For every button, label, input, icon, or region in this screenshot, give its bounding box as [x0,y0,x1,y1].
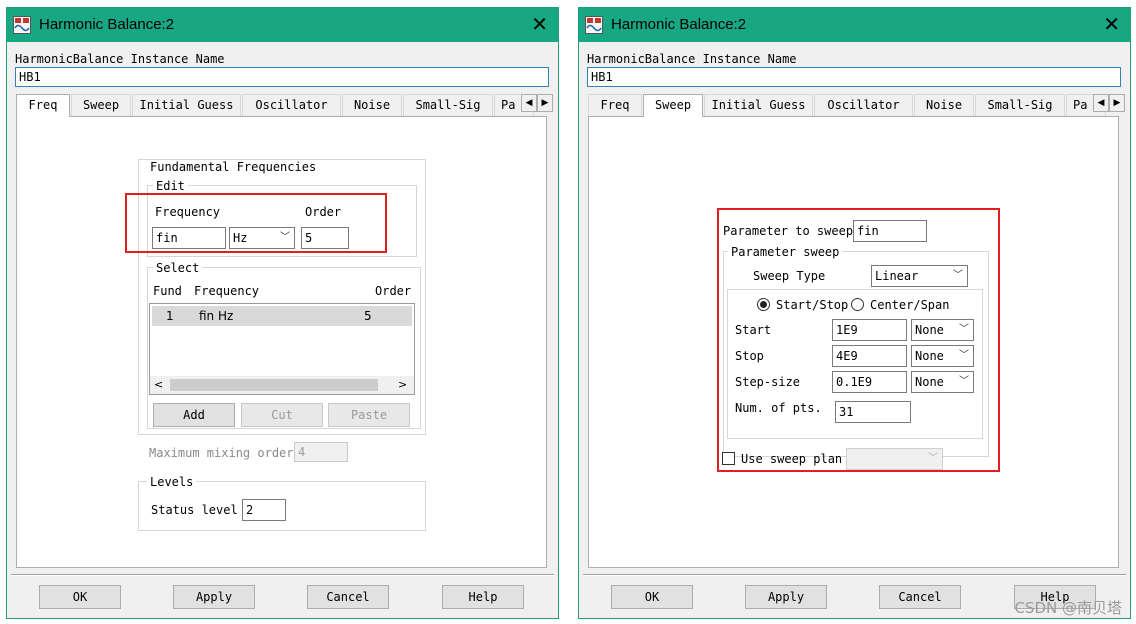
highlight-box [125,193,387,253]
stop-unit-select[interactable]: None ﹀ [911,345,974,367]
col-fund: Fund [153,284,182,298]
footer-separator [11,574,554,576]
frequency-list[interactable]: 1 fin Hz 5 < > [149,303,415,395]
add-button[interactable]: Add [153,403,235,427]
tab-initial-guess[interactable]: Initial Guess [132,94,241,116]
app-icon [13,16,31,34]
start-stop-radio[interactable] [757,298,770,311]
tab-sweep[interactable]: Sweep [643,94,703,117]
tab-small-sig[interactable]: Small-Sig [403,94,493,116]
scroll-left-icon[interactable]: < [154,378,163,392]
apply-button[interactable]: Apply [745,585,827,609]
col-frequency: Frequency [194,284,260,298]
tab-noise[interactable]: Noise [342,94,402,116]
num-pts-label: Num. of pts. [735,401,822,415]
status-level-label: Status level [151,503,238,517]
stop-input[interactable]: 4E9 [832,345,907,367]
start-unit-value: None [915,323,944,337]
apply-button[interactable]: Apply [173,585,255,609]
dialog-freq: Harmonic Balance:2 ✕ HarmonicBalance Ins… [6,7,559,619]
tab-sweep[interactable]: Sweep [71,94,131,116]
watermark: CSDN @南贝塔 [1014,599,1122,617]
tab-scroll-right-icon[interactable]: ▶ [537,94,553,112]
parameter-to-sweep-input[interactable]: fin [853,220,927,242]
start-unit-select[interactable]: None ﹀ [911,319,974,341]
chevron-down-icon: ﹀ [959,376,969,387]
ok-button[interactable]: OK [611,585,693,609]
tab-small-sig[interactable]: Small-Sig [975,94,1065,116]
sweep-plan-select[interactable]: ﹀ [846,448,943,470]
stop-unit-value: None [915,349,944,363]
num-pts-input[interactable]: 31 [835,401,911,423]
window-title: Harmonic Balance:2 [39,16,175,33]
tab-scroll-left-icon[interactable]: ◀ [521,94,537,112]
status-level-input[interactable]: 2 [242,499,286,521]
scroll-right-icon[interactable]: > [398,378,407,392]
freq-panel: Fundamental Frequencies Edit Frequency O… [16,116,547,568]
row-order: 5 [364,309,372,323]
cancel-button[interactable]: Cancel [879,585,961,609]
fundamental-frequencies-title: Fundamental Frequencies [147,160,320,174]
sweep-panel: Parameter to sweep fin Parameter sweep S… [588,116,1119,568]
step-size-unit-value: None [915,375,944,389]
title-bar[interactable]: Harmonic Balance:2 ✕ [7,8,558,42]
paste-button[interactable]: Paste [328,403,410,427]
tab-freq[interactable]: Freq [588,94,642,116]
instance-name-label: HarmonicBalance Instance Name [15,52,225,66]
chevron-down-icon: ﹀ [959,324,969,335]
tab-freq[interactable]: Freq [16,94,70,117]
edit-group-title: Edit [153,179,188,193]
instance-name-input[interactable]: HB1 [15,67,549,87]
parameter-sweep-title: Parameter sweep [728,245,843,259]
col-order: Order [375,284,412,298]
center-span-label: Center/Span [870,298,950,312]
list-item[interactable]: 1 fin Hz 5 [152,306,412,326]
max-mixing-order-input[interactable]: 4 [294,442,348,462]
app-icon [585,16,603,34]
footer-separator [583,574,1126,576]
cut-button[interactable]: Cut [241,403,323,427]
ok-button[interactable]: OK [39,585,121,609]
step-size-input[interactable]: 0.1E9 [832,371,907,393]
chevron-down-icon: ﹀ [959,350,969,361]
help-button[interactable]: Help [442,585,524,609]
max-mixing-order-label: Maximum mixing order [149,446,294,460]
chevron-down-icon: ﹀ [928,453,938,464]
sweep-type-value: Linear [875,269,919,283]
close-icon[interactable]: ✕ [1103,13,1120,35]
horizontal-scrollbar[interactable]: < > [150,376,414,394]
stop-label: Stop [735,349,764,363]
instance-name-input[interactable]: HB1 [587,67,1121,87]
step-size-unit-select[interactable]: None ﹀ [911,371,974,393]
use-sweep-plan-label: Use sweep plan [741,452,843,466]
tab-scroll-left-icon[interactable]: ◀ [1093,94,1109,112]
center-span-radio[interactable] [851,298,864,311]
title-bar[interactable]: Harmonic Balance:2 ✕ [579,8,1130,42]
sweep-type-select[interactable]: Linear ﹀ [871,265,968,287]
use-sweep-plan-checkbox[interactable] [722,452,735,465]
scrollbar-thumb[interactable] [170,379,378,391]
chevron-down-icon: ﹀ [953,270,963,281]
start-stop-label: Start/Stop [776,298,849,312]
row-fund: 1 [166,309,174,323]
select-group-title: Select [153,261,203,275]
close-icon[interactable]: ✕ [531,13,548,35]
dialog-sweep: Harmonic Balance:2 ✕ HarmonicBalance Ins… [578,7,1131,619]
sweep-type-label: Sweep Type [753,269,826,283]
start-label: Start [735,323,772,337]
parameter-to-sweep-label: Parameter to sweep [723,224,854,238]
step-size-label: Step-size [735,375,801,389]
row-frequency: fin Hz [199,309,234,323]
tab-oscillator[interactable]: Oscillator [242,94,341,116]
start-input[interactable]: 1E9 [832,319,907,341]
window-title: Harmonic Balance:2 [611,16,747,33]
tab-scroll-right-icon[interactable]: ▶ [1109,94,1125,112]
instance-name-label: HarmonicBalance Instance Name [587,52,797,66]
tab-noise[interactable]: Noise [914,94,974,116]
tab-oscillator[interactable]: Oscillator [814,94,913,116]
tab-initial-guess[interactable]: Initial Guess [704,94,813,116]
levels-group-title: Levels [147,475,197,489]
cancel-button[interactable]: Cancel [307,585,389,609]
